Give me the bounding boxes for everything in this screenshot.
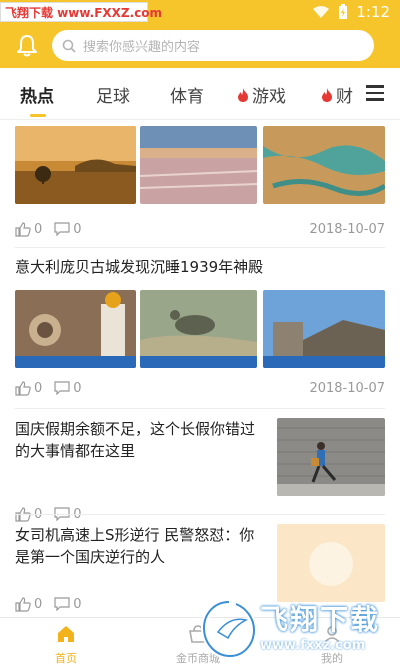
like-count: 0 <box>34 596 43 612</box>
news-title: 女司机高速上S形逆行 民警怒怼：你是第一个国庆逆行的人 <box>15 526 255 566</box>
news-title: 意大利庞贝古城发现沉睡1939年神殿 <box>15 258 264 276</box>
sunset-field-image <box>15 126 136 204</box>
sunlight-image <box>277 524 385 602</box>
comment-icon <box>54 597 70 611</box>
search-placeholder: 搜索你感兴趣的内容 <box>83 40 201 55</box>
nav-label: 首页 <box>55 652 77 665</box>
tab-finance[interactable]: 财 <box>320 82 353 107</box>
bell-icon[interactable] <box>14 33 40 59</box>
active-tab-indicator <box>30 114 46 117</box>
status-icons: 1:12 <box>312 0 390 24</box>
home-icon <box>58 626 74 642</box>
app-screen: 飞翔下载 www.FXXZ.com 1:12 搜索你感兴趣的内容 热点 足球 体… <box>0 0 400 667</box>
tab-label: 体育 <box>170 87 204 107</box>
tab-football[interactable]: 足球 <box>96 82 130 107</box>
tab-label: 足球 <box>96 87 130 107</box>
river-aerial-image <box>263 126 385 204</box>
comment-button[interactable]: 0 <box>54 221 82 237</box>
search-input[interactable]: 搜索你感兴趣的内容 <box>52 30 374 61</box>
tab-label: 财 <box>336 87 353 107</box>
category-tabs: 热点 足球 体育 游戏 财 <box>0 68 400 120</box>
watermark-url: www.fxxz.com <box>260 638 366 653</box>
thumbs-up-icon <box>15 596 31 612</box>
news-card[interactable]: 意大利庞贝古城发现沉睡1939年神殿 0 0 2018-10-07 <box>15 256 385 396</box>
like-count: 0 <box>34 380 43 396</box>
status-bar: 飞翔下载 www.FXXZ.com 1:12 <box>0 0 400 24</box>
watermark-top: 飞翔下载 www.FXXZ.com <box>0 2 162 22</box>
divider <box>15 408 385 409</box>
news-title: 国庆假期余额不足，这个长假你错过的大事情都在这里 <box>15 420 256 460</box>
header: 搜索你感兴趣的内容 <box>0 24 400 68</box>
flame-icon <box>238 87 248 102</box>
comment-button[interactable]: 0 <box>54 596 82 612</box>
watermark-brand: 飞翔下载 <box>260 603 381 636</box>
card-meta: 0 0 2018-10-07 <box>15 219 385 239</box>
status-time: 1:12 <box>356 3 390 21</box>
divider <box>15 514 385 515</box>
comment-count: 0 <box>73 221 82 237</box>
ruins-image <box>263 290 385 368</box>
fresco-reporter-image <box>15 290 136 368</box>
like-button[interactable]: 0 <box>15 222 42 237</box>
search-icon <box>62 39 76 53</box>
card-meta: 0 0 2018-10-07 <box>15 378 385 398</box>
tab-hot[interactable]: 热点 <box>20 82 54 107</box>
thumbs-up-icon <box>15 380 31 396</box>
thumbs-up-icon <box>15 221 31 237</box>
comment-icon <box>54 381 70 395</box>
menu-icon[interactable] <box>366 85 386 103</box>
news-feed: 0 0 2018-10-07 意大利庞贝古城发现沉睡1939年神殿 0 0 20… <box>0 120 400 617</box>
publish-date: 2018-10-07 <box>309 221 385 237</box>
watermark-logo: 飞翔下载 www.fxxz.com <box>198 594 398 664</box>
divider <box>15 247 385 248</box>
like-count: 0 <box>34 221 43 237</box>
tab-label: 游戏 <box>252 87 286 107</box>
nav-home[interactable]: 首页 <box>26 618 106 667</box>
comment-button[interactable]: 0 <box>54 380 82 396</box>
bird-fresco-image <box>140 290 257 368</box>
flame-icon <box>322 87 332 102</box>
wifi-icon <box>313 6 330 18</box>
publish-date: 2018-10-07 <box>309 380 385 396</box>
battery-charging-icon <box>339 4 348 19</box>
comment-icon <box>54 222 70 236</box>
tab-games[interactable]: 游戏 <box>236 82 286 107</box>
like-button[interactable]: 0 <box>15 381 42 396</box>
like-button[interactable]: 0 <box>15 597 42 612</box>
salt-flat-image <box>140 126 257 204</box>
tab-sports[interactable]: 体育 <box>170 82 204 107</box>
tab-label: 热点 <box>20 87 54 107</box>
news-card[interactable]: 0 0 2018-10-07 <box>15 126 385 242</box>
comment-count: 0 <box>73 596 82 612</box>
bird-logo-icon <box>200 599 258 660</box>
comment-count: 0 <box>73 380 82 396</box>
news-card[interactable]: 国庆假期余额不足，这个长假你错过的大事情都在这里 0 0 <box>15 418 385 522</box>
running-man-image <box>277 418 385 496</box>
